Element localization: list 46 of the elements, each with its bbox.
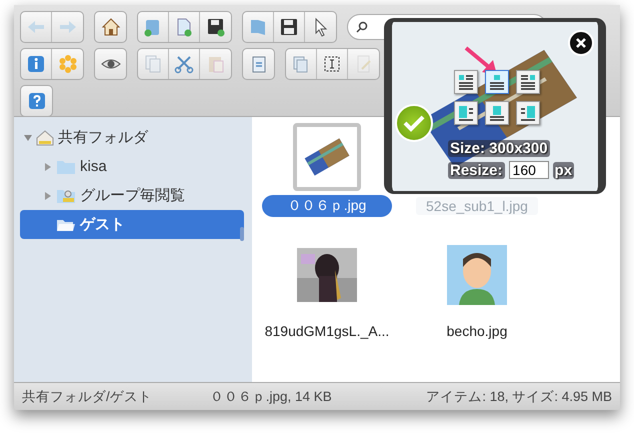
layout-icon	[519, 73, 537, 91]
help-icon	[26, 91, 46, 111]
scrollbar[interactable]	[240, 227, 244, 241]
status-selection: ００６ｐ.jpg, 14 KB	[210, 388, 332, 406]
folder-icon	[56, 158, 76, 174]
floppy-icon	[279, 17, 299, 37]
home-icon	[100, 17, 120, 37]
align-button[interactable]	[485, 70, 509, 94]
scissors-icon	[174, 54, 194, 74]
align-button[interactable]	[454, 70, 478, 94]
status-path: 共有フォルダ/ゲスト	[22, 388, 152, 406]
tree-item[interactable]: グループ毎閲覧	[20, 181, 244, 210]
disclosure-icon[interactable]	[44, 192, 52, 200]
status-summary: アイテム: 18, サイズ: 4.95 MB	[426, 388, 612, 406]
disclosure-icon[interactable]	[44, 162, 52, 170]
resize-field[interactable]: 160	[508, 161, 549, 179]
size-label: Size: 300x300	[448, 140, 550, 157]
copy-icon	[143, 54, 163, 74]
file-name[interactable]: ００６ｐ.jpg	[262, 195, 392, 217]
align-button[interactable]	[516, 101, 540, 125]
layout-icon	[457, 73, 475, 91]
file-name[interactable]: 819udGM1gsL._A...	[250, 321, 404, 341]
info-icon	[26, 54, 46, 74]
tree-item[interactable]: kisa	[20, 152, 244, 181]
layout-icon	[488, 73, 506, 91]
disclosure-icon[interactable]	[24, 134, 32, 142]
asterisk-icon	[58, 54, 78, 74]
resize-label: Resize:	[448, 162, 505, 178]
shared-folder-icon	[36, 130, 54, 146]
layout-icon	[519, 104, 537, 122]
search-icon	[356, 21, 368, 33]
tree-item[interactable]: ゲスト	[20, 210, 244, 239]
selection-icon	[322, 54, 342, 74]
align-button[interactable]	[454, 101, 478, 125]
checkmark-icon	[403, 114, 425, 132]
tree-item[interactable]: 共有フォルダ	[14, 123, 252, 152]
file-name[interactable]: becho.jpg	[432, 321, 522, 341]
layout-icon	[457, 104, 475, 122]
close-icon	[575, 37, 587, 49]
unit-label: px	[552, 162, 574, 178]
floppy-plus-icon	[206, 17, 226, 37]
shared-folder-icon	[56, 188, 76, 204]
align-button[interactable]	[516, 70, 540, 94]
align-button[interactable]	[485, 101, 509, 125]
layout-icon	[488, 104, 506, 122]
folder-icon	[248, 17, 268, 37]
